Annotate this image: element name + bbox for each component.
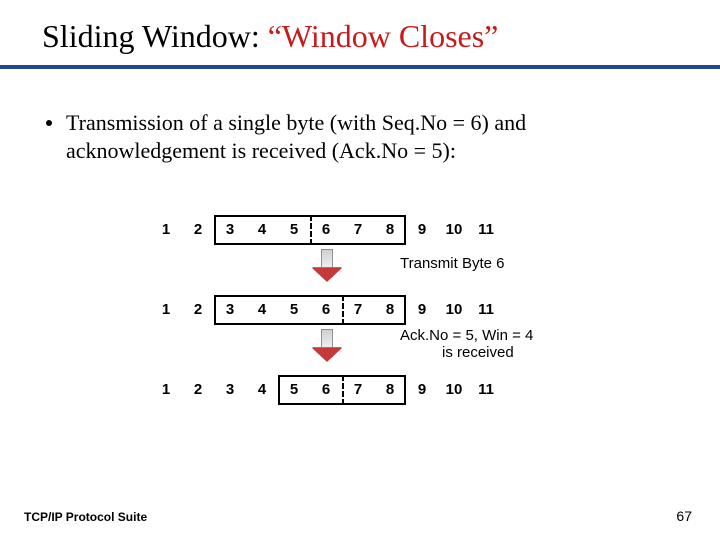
- byte-cell: 11: [470, 295, 502, 325]
- byte-cell: 5: [278, 375, 310, 405]
- byte-cell: 9: [406, 215, 438, 245]
- byte-cell: 8: [374, 375, 406, 405]
- byte-cell: 1: [150, 215, 182, 245]
- byte-cell: 2: [182, 215, 214, 245]
- byte-cell: 4: [246, 375, 278, 405]
- byte-cell: 1: [150, 295, 182, 325]
- footer-source: TCP/IP Protocol Suite: [24, 510, 147, 524]
- byte-cell: 11: [470, 215, 502, 245]
- byte-cell: 9: [406, 375, 438, 405]
- bullet-text: Transmission of a single byte (with Seq.…: [66, 109, 660, 165]
- arrow-icon: [312, 329, 342, 362]
- byte-cell: 8: [374, 295, 406, 325]
- byte-cell: 5: [278, 215, 310, 245]
- byte-cell: 6: [310, 215, 342, 245]
- byte-cell: 3: [214, 375, 246, 405]
- window-divider: [310, 215, 312, 245]
- window-divider: [342, 375, 344, 405]
- caption-ack-line1: Ack.No = 5, Win = 4: [400, 327, 533, 344]
- byte-cell: 5: [278, 295, 310, 325]
- byte-cell: 9: [406, 295, 438, 325]
- byte-cell: 7: [342, 215, 374, 245]
- byte-cell: 4: [246, 215, 278, 245]
- byte-cell: 4: [246, 295, 278, 325]
- byte-cell: 11: [470, 375, 502, 405]
- slide-title: Sliding Window: “Window Closes”: [0, 0, 720, 55]
- byte-cell: 10: [438, 375, 470, 405]
- title-quote: “Window Closes”: [268, 18, 499, 54]
- caption-transmit: Transmit Byte 6: [400, 255, 504, 272]
- arrow-icon: [312, 249, 342, 282]
- bullet-dot: [46, 120, 52, 126]
- byte-cell: 2: [182, 375, 214, 405]
- title-prefix: Sliding Window:: [42, 18, 268, 54]
- bullet-item: Transmission of a single byte (with Seq.…: [0, 69, 720, 165]
- byte-cell: 10: [438, 295, 470, 325]
- window-divider: [342, 295, 344, 325]
- byte-cell: 3: [214, 215, 246, 245]
- byte-cell: 3: [214, 295, 246, 325]
- byte-cell: 6: [310, 375, 342, 405]
- byte-cell: 2: [182, 295, 214, 325]
- slide-number: 67: [676, 508, 692, 524]
- byte-cell: 6: [310, 295, 342, 325]
- caption-ack-line2: is received: [442, 344, 514, 361]
- byte-cell: 8: [374, 215, 406, 245]
- byte-cell: 1: [150, 375, 182, 405]
- byte-cell: 10: [438, 215, 470, 245]
- byte-cell: 7: [342, 375, 374, 405]
- byte-cell: 7: [342, 295, 374, 325]
